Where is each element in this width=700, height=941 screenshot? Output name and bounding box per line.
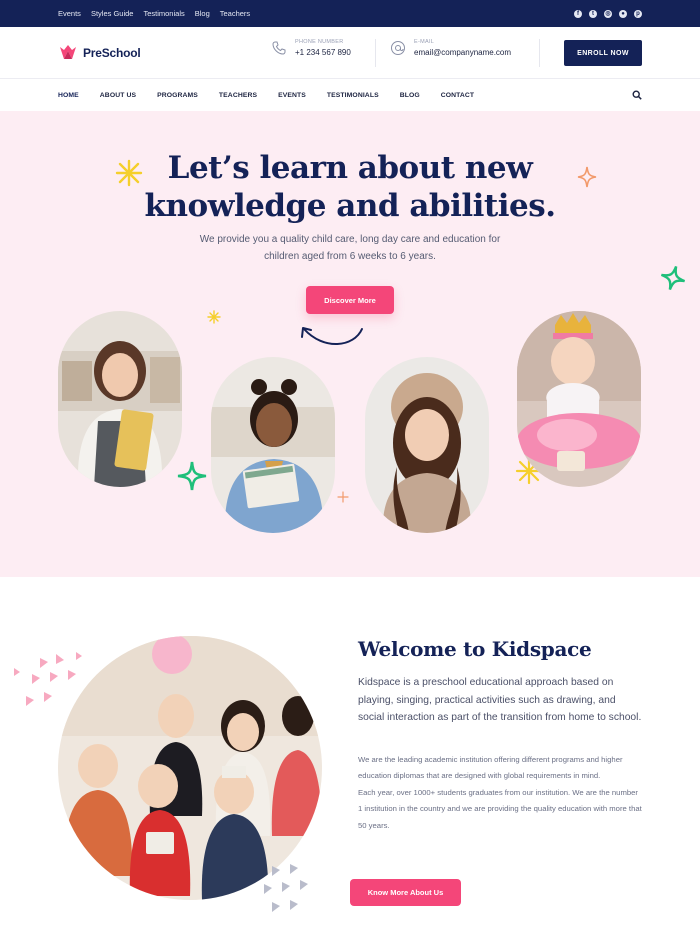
nav-item-teachers[interactable]: TEACHERS — [219, 92, 257, 99]
social-links: f t ◎ ● p — [574, 0, 642, 27]
top-link-blog[interactable]: Blog — [195, 9, 210, 18]
nav-item-events[interactable]: EVENTS — [278, 92, 306, 99]
dribbble-icon[interactable]: ● — [619, 9, 627, 18]
sparkle-icon — [337, 491, 349, 503]
know-more-button[interactable]: Know More About Us — [350, 879, 461, 906]
nav-item-testimonials[interactable]: TESTIMONIALS — [327, 92, 379, 99]
header-divider — [539, 39, 540, 67]
hero-subtitle: We provide you a quality child care, lon… — [199, 234, 501, 262]
email-value: email@companyname.com — [414, 48, 512, 57]
star-icon — [577, 166, 597, 188]
phone-label: PHONE NUMBER — [295, 39, 344, 45]
logo-text: PreSchool — [83, 46, 141, 60]
sparkle-icon — [207, 310, 221, 324]
welcome-body: We are the leading academic institution … — [358, 752, 643, 834]
pinterest-icon[interactable]: p — [634, 9, 642, 18]
star-icon — [660, 265, 686, 291]
top-link-testimonials[interactable]: Testimonials — [143, 9, 184, 18]
search-icon[interactable] — [632, 90, 642, 100]
phone-contact[interactable]: PHONE NUMBER +1 234 567 890 — [271, 39, 351, 57]
nav-item-about-us[interactable]: ABOUT US — [100, 92, 136, 99]
hero-photo-baby-crown — [517, 311, 641, 487]
nav-item-home[interactable]: HOME — [58, 92, 79, 99]
logo-icon — [60, 45, 76, 59]
nav-item-contact[interactable]: CONTACT — [441, 92, 474, 99]
hero-title-line2: knowledge and abilities. — [144, 188, 557, 224]
welcome-title: Welcome to Kidspace — [358, 637, 592, 661]
welcome-paragraph: We are the leading academic institution … — [358, 755, 623, 781]
instagram-icon[interactable]: ◎ — [604, 9, 612, 18]
discover-more-button[interactable]: Discover More — [306, 286, 394, 314]
twitter-icon[interactable]: t — [589, 9, 597, 18]
phone-icon — [272, 41, 286, 55]
nav-item-blog[interactable]: BLOG — [400, 92, 420, 99]
at-sign-icon — [391, 41, 405, 55]
hero-section: Let’s learn about new knowledge and abil… — [0, 111, 700, 577]
top-link-teachers[interactable]: Teachers — [220, 9, 250, 18]
welcome-lead: Kidspace is a preschool educational appr… — [358, 677, 642, 723]
header-divider — [375, 39, 376, 67]
site-header: PreSchool PHONE NUMBER +1 234 567 890 E-… — [0, 27, 700, 79]
sparkle-icon — [115, 159, 143, 187]
triangle-pattern — [264, 864, 308, 912]
top-links: Events Styles Guide Testimonials Blog Te… — [58, 0, 250, 27]
star-icon — [177, 461, 207, 491]
logo[interactable]: PreSchool — [58, 43, 141, 63]
enroll-now-button[interactable]: ENROLL NOW — [564, 40, 642, 66]
email-label: E-MAIL — [414, 39, 435, 45]
top-bar: Events Styles Guide Testimonials Blog Te… — [0, 0, 700, 27]
main-nav: HOME ABOUT US PROGRAMS TEACHERS EVENTS T… — [0, 80, 700, 111]
top-link-styles-guide[interactable]: Styles Guide — [91, 9, 134, 18]
hero-title-line1: Let’s learn about new — [167, 150, 533, 186]
phone-value: +1 234 567 890 — [295, 48, 351, 57]
curved-arrow-icon — [301, 327, 363, 345]
hero-photo-girl-books — [211, 357, 335, 533]
welcome-photo-kids — [58, 636, 322, 900]
hero-photo-girl-hat — [365, 357, 489, 533]
welcome-paragraph: Each year, over 1000+ students graduates… — [358, 787, 642, 830]
hero-photo-girl-notebook — [58, 311, 182, 487]
nav-item-programs[interactable]: PROGRAMS — [157, 92, 198, 99]
email-contact[interactable]: E-MAIL email@companyname.com — [390, 39, 511, 57]
top-link-events[interactable]: Events — [58, 9, 81, 18]
facebook-icon[interactable]: f — [574, 9, 582, 18]
